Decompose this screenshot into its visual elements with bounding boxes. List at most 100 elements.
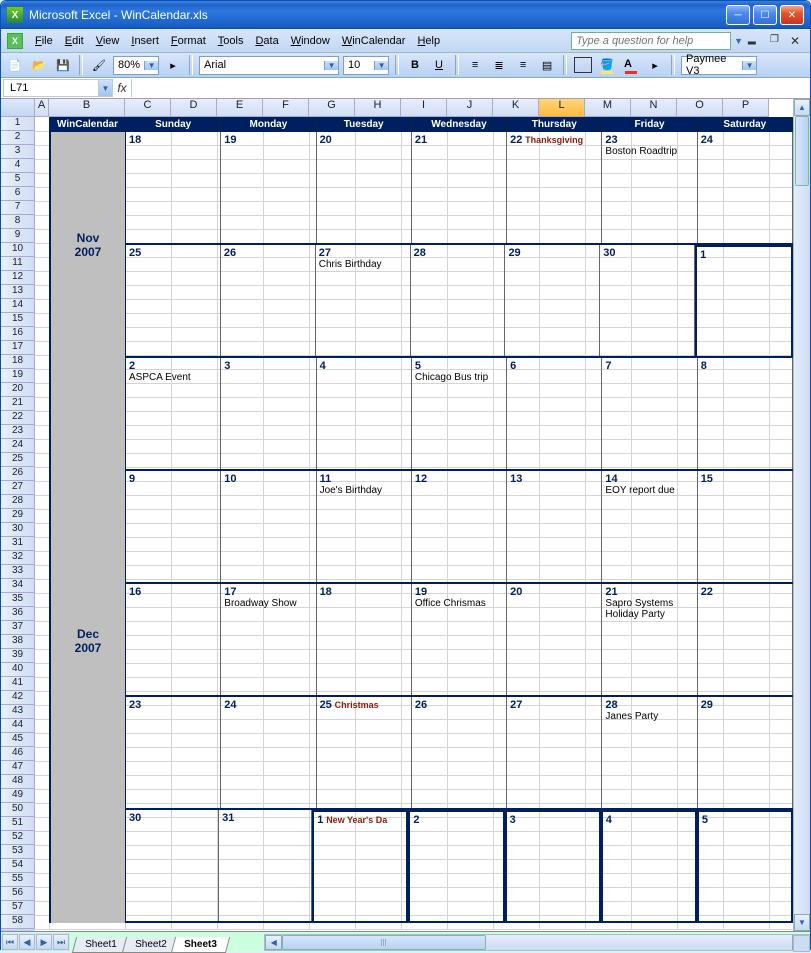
- row-header[interactable]: 12: [1, 271, 35, 285]
- calendar-day[interactable]: 24: [698, 132, 793, 243]
- row-header[interactable]: 39: [1, 649, 35, 663]
- row-header[interactable]: 32: [1, 551, 35, 565]
- calendar-day[interactable]: 13: [507, 471, 602, 582]
- menu-edit[interactable]: Edit: [59, 33, 90, 49]
- col-header-D[interactable]: D: [171, 99, 217, 117]
- calendar-day[interactable]: 2: [408, 810, 504, 921]
- row-header[interactable]: 51: [1, 817, 35, 831]
- align-right-button[interactable]: ≡: [513, 55, 533, 75]
- align-center-button[interactable]: ≣: [489, 55, 509, 75]
- minimize-button[interactable]: ─: [726, 5, 750, 25]
- row-header[interactable]: 23: [1, 425, 35, 439]
- row-header[interactable]: 53: [1, 845, 35, 859]
- fx-icon[interactable]: fx: [113, 79, 131, 97]
- row-header[interactable]: 37: [1, 621, 35, 635]
- tab-nav-prev-icon[interactable]: ◀: [19, 934, 35, 950]
- calendar-day[interactable]: 4: [601, 810, 697, 921]
- doc-icon[interactable]: X: [7, 33, 23, 49]
- row-header[interactable]: 52: [1, 831, 35, 845]
- calendar-day[interactable]: 3: [505, 810, 601, 921]
- col-header-M[interactable]: M: [585, 99, 631, 117]
- calendar-day[interactable]: 11Joe's Birthday: [317, 471, 412, 582]
- calendar-day[interactable]: 2ASPCA Event: [126, 358, 221, 469]
- row-header[interactable]: 2: [1, 131, 35, 145]
- align-left-button[interactable]: ≡: [465, 55, 485, 75]
- row-header[interactable]: 46: [1, 747, 35, 761]
- row-header[interactable]: 55: [1, 873, 35, 887]
- hscroll-thumb[interactable]: [282, 935, 486, 950]
- row-header[interactable]: 38: [1, 635, 35, 649]
- resize-grip[interactable]: [793, 935, 810, 952]
- row-header[interactable]: 27: [1, 481, 35, 495]
- row-header[interactable]: 16: [1, 327, 35, 341]
- col-header-O[interactable]: O: [677, 99, 723, 117]
- calendar-day[interactable]: 29: [698, 697, 793, 808]
- row-header[interactable]: 45: [1, 733, 35, 747]
- row-header[interactable]: 22: [1, 411, 35, 425]
- borders-button[interactable]: [573, 55, 593, 75]
- row-header[interactable]: 15: [1, 313, 35, 327]
- calendar-day[interactable]: 1: [695, 245, 793, 356]
- calendar-day[interactable]: 25: [126, 245, 221, 356]
- row-header[interactable]: 28: [1, 495, 35, 509]
- col-header-H[interactable]: H: [355, 99, 401, 117]
- formula-input[interactable]: [131, 79, 810, 97]
- calendar-day[interactable]: 30: [600, 245, 695, 356]
- row-header[interactable]: 47: [1, 761, 35, 775]
- row-header[interactable]: 36: [1, 607, 35, 621]
- font-combo[interactable]: Arial▼: [199, 56, 339, 75]
- calendar-day[interactable]: 30: [126, 810, 219, 921]
- toolbar-overflow2-icon[interactable]: ▸: [645, 55, 665, 75]
- menu-window[interactable]: Window: [285, 33, 336, 49]
- name-box[interactable]: [3, 79, 99, 97]
- row-header[interactable]: 33: [1, 565, 35, 579]
- scroll-up-icon[interactable]: ▲: [794, 99, 810, 116]
- row-header[interactable]: 30: [1, 523, 35, 537]
- menu-data[interactable]: Data: [249, 33, 284, 49]
- menu-format[interactable]: Format: [165, 33, 212, 49]
- row-header[interactable]: 34: [1, 579, 35, 593]
- row-header[interactable]: 31: [1, 537, 35, 551]
- row-header[interactable]: 54: [1, 859, 35, 873]
- col-header-G[interactable]: G: [309, 99, 355, 117]
- open-icon[interactable]: 📂: [29, 55, 49, 75]
- sheet-tab-sheet3[interactable]: Sheet3: [171, 937, 230, 953]
- tab-nav-next-icon[interactable]: ▶: [36, 934, 52, 950]
- calendar-day[interactable]: 1 New Year's Da: [312, 810, 408, 921]
- maximize-button[interactable]: ☐: [753, 5, 777, 25]
- row-header[interactable]: 25: [1, 453, 35, 467]
- vscroll-thumb[interactable]: [795, 116, 809, 186]
- calendar-day[interactable]: 16: [126, 584, 221, 695]
- calendar-day[interactable]: 14EOY report due: [602, 471, 697, 582]
- col-header-I[interactable]: I: [401, 99, 447, 117]
- calendar-day[interactable]: 22 Thanksgiving: [507, 132, 602, 243]
- calendar-day[interactable]: 20: [507, 584, 602, 695]
- col-header-C[interactable]: C: [125, 99, 171, 117]
- calendar-day[interactable]: 28Janes Party: [602, 697, 697, 808]
- row-header[interactable]: 6: [1, 187, 35, 201]
- calendar-day[interactable]: 18: [317, 584, 412, 695]
- col-header-P[interactable]: P: [723, 99, 769, 117]
- calendar-day[interactable]: 24: [221, 697, 316, 808]
- underline-button[interactable]: U: [429, 55, 449, 75]
- row-header[interactable]: 35: [1, 593, 35, 607]
- row-header[interactable]: 20: [1, 383, 35, 397]
- help-search-input[interactable]: [571, 32, 731, 50]
- font-size-combo[interactable]: 10▼: [343, 56, 389, 75]
- row-header[interactable]: 58: [1, 915, 35, 929]
- bold-button[interactable]: B: [405, 55, 425, 75]
- menu-view[interactable]: View: [90, 33, 126, 49]
- row-header[interactable]: 14: [1, 299, 35, 313]
- calendar-day[interactable]: 10: [221, 471, 316, 582]
- calendar-day[interactable]: 7: [602, 358, 697, 469]
- calendar-day[interactable]: 17Broadway Show: [221, 584, 316, 695]
- calendar-day[interactable]: 31: [219, 810, 312, 921]
- row-header[interactable]: 5: [1, 173, 35, 187]
- col-header-A[interactable]: A: [35, 99, 49, 117]
- row-header[interactable]: 17: [1, 341, 35, 355]
- fill-color-button[interactable]: 🪣: [597, 55, 617, 75]
- calendar-day[interactable]: 18: [126, 132, 221, 243]
- row-header[interactable]: 19: [1, 369, 35, 383]
- sheet-tab-sheet1[interactable]: Sheet1: [72, 937, 130, 953]
- scroll-left-icon[interactable]: ◀: [265, 935, 282, 950]
